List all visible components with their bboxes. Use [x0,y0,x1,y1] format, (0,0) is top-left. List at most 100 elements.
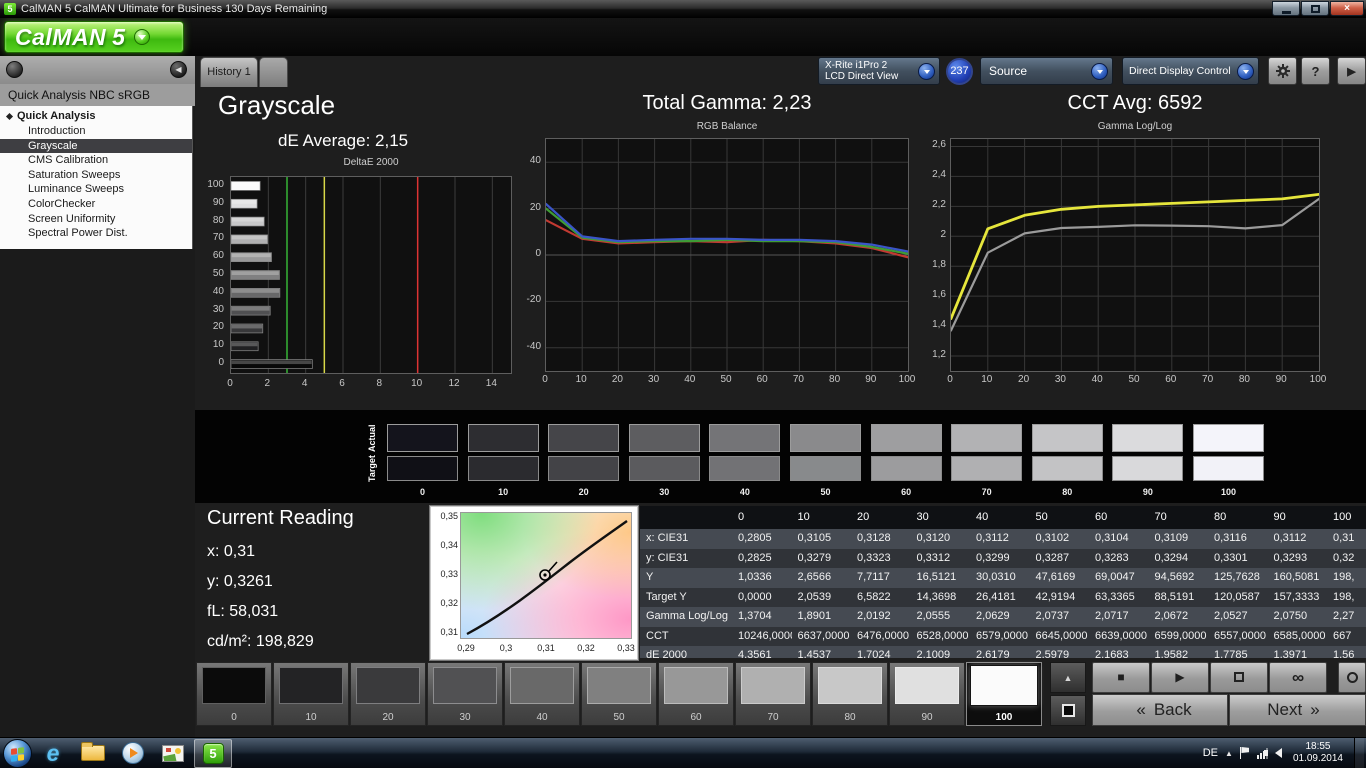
sidebar-tree-items: Introduction Grayscale CMS Calibration Satu… [0,124,192,241]
source-dropdown-chevron[interactable] [1091,63,1108,80]
clock[interactable]: 18:55 01.09.2014 [1293,741,1343,765]
row-label: Gamma Log/Log [646,610,728,622]
maximize-button[interactable] [1301,1,1329,16]
meter-dropdown[interactable]: X-Rite i1Pro 2 LCD Direct View [818,57,940,85]
sidebar-item-grayscale[interactable]: Grayscale [0,138,192,154]
display-control-dropdown[interactable]: Direct Display Control [1122,57,1259,85]
row-label: Target Y [646,590,687,603]
target-swatch-40 [709,456,781,481]
table-cell: 2,5979 [1035,649,1070,658]
reading-fl: fL: 58,031 [207,603,279,620]
page-title: Grayscale [218,90,336,120]
meter-dropdown-label: X-Rite i1Pro 2 LCD Direct View [825,60,899,82]
patch-button-10[interactable]: 10 [273,662,349,726]
patch-window-button[interactable] [1050,695,1086,726]
axis-tick: 2 [940,229,946,241]
sidebar-item-spectral-power-dist-[interactable]: Spectral Power Dist. [0,226,192,241]
sidebar-item-luminance-sweeps[interactable]: Luminance Sweeps [0,182,192,197]
tab-history-1[interactable]: History 1 [200,57,258,87]
patch-list-button[interactable]: ▲ [1050,662,1086,693]
media-player-icon [122,742,144,764]
table-row: Gamma Log/Log 1,3704 1,8901 2,0192 2,0555 2,0… [640,607,1366,627]
axis-tick: 1,8 [932,259,946,271]
tree-root-quick-analysis[interactable]: Quick Analysis [0,109,192,124]
panel-expand-button[interactable]: ▶ [1337,57,1366,85]
read-single-button[interactable] [1210,662,1268,693]
meter-dropdown-chevron[interactable] [918,63,935,80]
workflow-options-button[interactable] [6,61,23,78]
back-button[interactable]: «Back [1092,694,1228,726]
read-continuous-button[interactable]: ▶ [1151,662,1209,693]
sidebar-item-introduction[interactable]: Introduction [0,124,192,139]
table-cell: 88,5191 [1154,590,1195,603]
column-header: 100 [1333,511,1352,523]
table-cell: 1,3971 [1273,649,1308,658]
table-cell: 0,3105 [797,532,832,544]
swatch-column-label: 20 [578,487,589,497]
read-series-button[interactable]: ∞ [1269,662,1327,693]
table-cell: 6557,0000 [1214,629,1266,642]
titlebar: 5 CalMAN 5 CalMAN Ultimate for Business … [0,0,1366,18]
language-indicator[interactable]: DE [1203,747,1218,759]
patch-label: 0 [231,712,237,723]
axis-tick: 100 [1309,374,1327,385]
logo-menu-button[interactable] [133,29,150,45]
source-dropdown[interactable]: Source [980,57,1113,85]
taskbar-item-paint[interactable] [154,739,192,768]
calman-app-icon: 5 [202,742,224,764]
workflow-tree: Quick Analysis Introduction Grayscale CMS … [0,106,193,249]
table-cell: 6476,0000 [857,629,909,642]
sidebar-item-screen-uniformity[interactable]: Screen Uniformity [0,212,192,227]
sidebar-collapse-button[interactable]: ◀ [170,61,187,78]
patch-button-40[interactable]: 40 [504,662,580,726]
taskbar-item-internet-explorer[interactable]: e [34,739,72,768]
action-center-button[interactable] [1239,747,1250,759]
patch-button-80[interactable]: 80 [812,662,888,726]
show-desktop-button[interactable] [1354,737,1364,768]
patch-button-0[interactable]: 0 [196,662,272,726]
volume-button[interactable] [1263,748,1282,758]
axis-tick: 10 [411,378,423,389]
swatch-column-label: 80 [1062,487,1073,497]
axis-tick: 14 [485,378,497,389]
patch-button-50[interactable]: 50 [581,662,657,726]
sidebar-item-cms-calibration[interactable]: CMS Calibration [0,153,192,168]
patch-button-70[interactable]: 70 [735,662,811,726]
play-icon: ▶ [1175,670,1185,684]
table-cell: 0,3120 [916,532,951,544]
app-icon: 5 [4,3,16,15]
axis-tick: 40 [1091,374,1103,385]
axis-tick: 40 [212,285,224,297]
sidebar-item-saturation-sweeps[interactable]: Saturation Sweeps [0,168,192,183]
patch-button-30[interactable]: 30 [427,662,503,726]
table-cell: 2,0750 [1273,610,1308,622]
next-button[interactable]: Next» [1229,694,1366,726]
calman-logo: CalMAN 5 [4,21,184,53]
close-button[interactable]: × [1330,1,1364,16]
taskbar-item-explorer[interactable] [74,739,112,768]
display-dropdown-chevron[interactable] [1237,63,1254,80]
tray-expand-button[interactable]: ▲ [1225,749,1233,758]
new-tab-stub[interactable] [259,57,288,87]
minimize-button[interactable] [1272,1,1300,16]
axis-tick: 20 [1018,374,1030,385]
taskbar-item-calman[interactable]: 5 [194,738,232,768]
stop-button[interactable]: ■ [1092,662,1150,693]
autocal-button[interactable] [1338,662,1366,693]
patch-face [895,667,959,704]
row-label: CCT [646,629,669,642]
axis-tick: 8 [376,378,383,389]
start-button[interactable] [3,738,32,768]
patch-label: 50 [613,712,625,723]
help-button[interactable]: ? [1301,57,1330,85]
patch-button-100[interactable]: 100 [966,662,1042,726]
patch-button-60[interactable]: 60 [658,662,734,726]
sidebar-item-colorchecker[interactable]: ColorChecker [0,197,192,212]
patch-face [587,667,651,704]
patch-button-90[interactable]: 90 [889,662,965,726]
settings-button[interactable] [1268,57,1297,85]
axis-tick: 50 [720,374,732,385]
patch-button-20[interactable]: 20 [350,662,426,726]
tray-date: 01.09.2014 [1292,753,1343,764]
taskbar-item-media-player[interactable] [114,739,152,768]
